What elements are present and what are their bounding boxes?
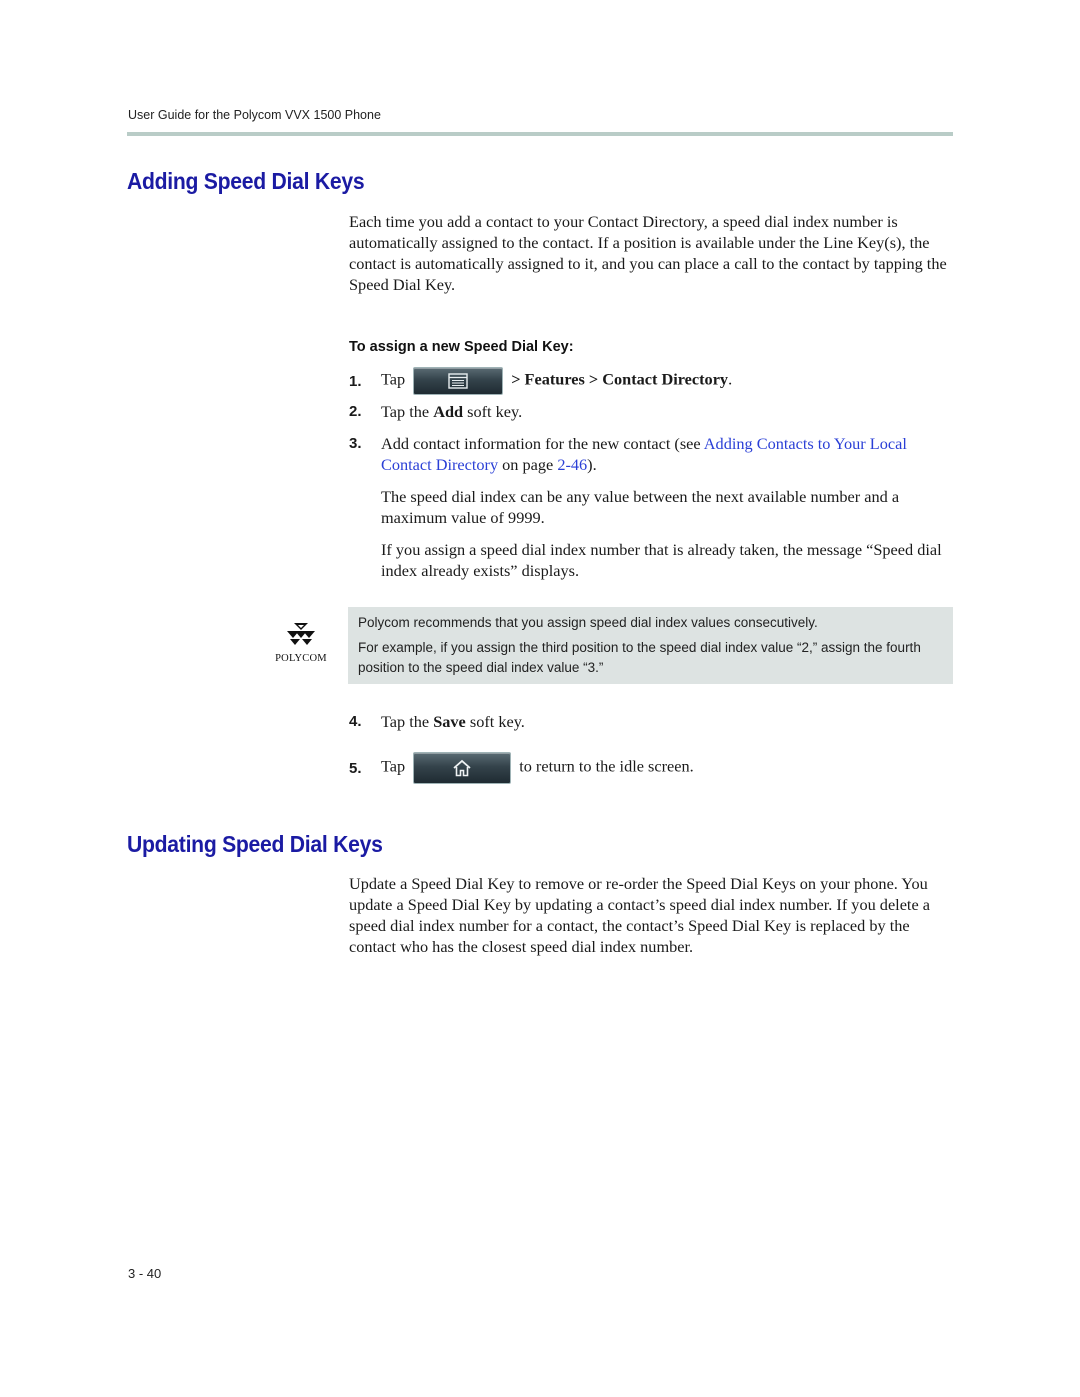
section-title-adding: Adding Speed Dial Keys (127, 168, 365, 194)
step-3-detail-range: The speed dial index can be any value be… (381, 487, 900, 527)
menu-icon (448, 373, 468, 389)
step-text: Tap the (381, 402, 434, 421)
step-number: 4. (349, 713, 362, 730)
step-number: 3. (349, 435, 362, 452)
soft-key-name: Save (433, 712, 466, 731)
step-text-end: . (728, 369, 733, 389)
menu-button[interactable] (413, 367, 504, 395)
home-icon (452, 759, 472, 777)
home-button[interactable] (413, 752, 512, 784)
step-number: 5. (349, 759, 362, 777)
page-number: 3 - 40 (128, 1266, 162, 1281)
step-text: Tap the (381, 712, 434, 731)
step-text: Tap (381, 756, 406, 776)
polycom-triangles-icon (286, 623, 316, 650)
step-4: 4. Tap the Save soft key. (349, 711, 953, 732)
step-text-end: ). (587, 455, 597, 474)
step-2: 2. Tap the Add soft key. (349, 401, 953, 422)
menu-path: > Features > Contact Directory (511, 369, 729, 389)
step-3-detail-duplicate: If you assign a speed dial index number … (381, 540, 942, 580)
step-number: 1. (349, 372, 362, 390)
procedure-heading: To assign a new Speed Dial Key: (349, 339, 574, 355)
step-text-end: to return to the idle screen. (519, 756, 694, 776)
intro-paragraph: Each time you add a contact to your Cont… (349, 212, 947, 294)
step-number: 2. (349, 403, 362, 420)
soft-key-name: Add (433, 402, 464, 421)
note-line-1: Polycom recommends that you assign speed… (358, 615, 818, 630)
note-box: Polycom recommends that you assign speed… (348, 607, 953, 684)
step-text-mid: on page (498, 455, 558, 474)
note-line-2: For example, if you assign the third pos… (358, 640, 921, 675)
polycom-logo-text: POLYCOM (275, 653, 327, 664)
step-5: 5. Tap to return to the idle screen. (349, 752, 953, 784)
step-text: Tap (381, 369, 406, 389)
page-link[interactable]: 2-46 (557, 455, 587, 474)
section-title-updating: Updating Speed Dial Keys (127, 831, 383, 857)
running-header: User Guide for the Polycom VVX 1500 Phon… (128, 108, 381, 122)
polycom-logo: POLYCOM (268, 622, 334, 672)
header-rule (127, 132, 953, 136)
updating-paragraph: Update a Speed Dial Key to remove or re-… (349, 874, 930, 956)
step-1: 1. Tap > Features > Contact Directory. (349, 367, 953, 395)
step-text: Add contact information for the new cont… (381, 434, 704, 453)
step-3: 3. Add contact information for the new c… (349, 433, 953, 475)
step-text-end: soft key. (465, 712, 525, 731)
step-text-end: soft key. (463, 402, 523, 421)
